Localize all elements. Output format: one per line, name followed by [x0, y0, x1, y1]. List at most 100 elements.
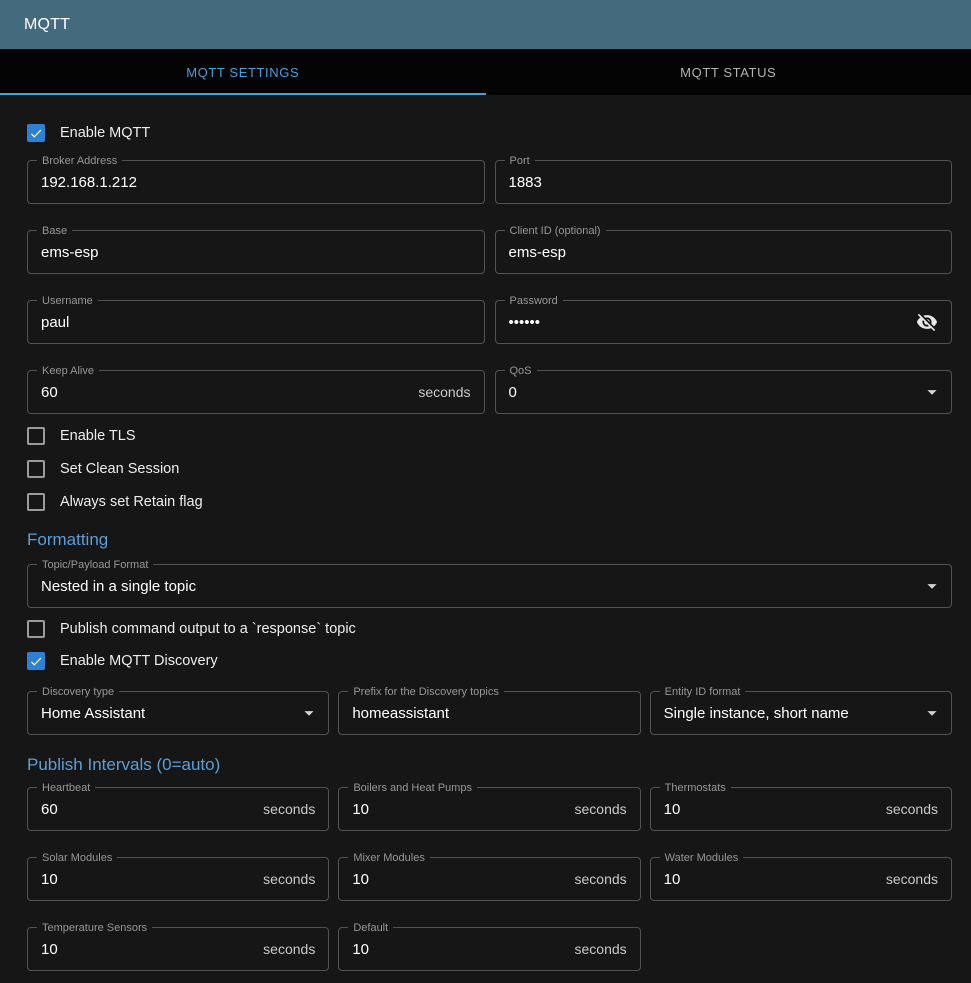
temperature-sensors-label: Temperature Sensors [37, 921, 152, 935]
keep-alive-field[interactable]: Keep Alive 60 seconds [27, 370, 485, 414]
enable-tls-label: Enable TLS [60, 428, 136, 444]
temperature-sensors-suffix: seconds [263, 941, 315, 957]
solar-modules-value: 10 [41, 871, 58, 888]
heartbeat-field[interactable]: Heartbeat 60 seconds [27, 787, 329, 831]
qos-select[interactable]: QoS 0 [495, 370, 953, 414]
visibility-off-icon[interactable] [916, 311, 938, 333]
mixer-modules-field[interactable]: Mixer Modules 10 seconds [338, 857, 640, 901]
mixer-modules-label: Mixer Modules [348, 851, 430, 865]
topic-format-label: Topic/Payload Format [37, 558, 153, 572]
thermostats-label: Thermostats [660, 781, 731, 795]
retain-flag-checkbox[interactable] [27, 493, 45, 511]
water-modules-value: 10 [664, 871, 681, 888]
keep-alive-label: Keep Alive [37, 364, 99, 378]
solar-modules-field[interactable]: Solar Modules 10 seconds [27, 857, 329, 901]
default-interval-label: Default [348, 921, 393, 935]
tab-mqtt-settings[interactable]: MQTT SETTINGS [0, 49, 486, 95]
discovery-type-select[interactable]: Discovery type Home Assistant [27, 691, 329, 735]
enable-tls-checkbox[interactable] [27, 427, 45, 445]
client-id-value: ems-esp [509, 244, 567, 261]
entity-id-format-label: Entity ID format [660, 685, 746, 699]
tab-bar: MQTT SETTINGS MQTT STATUS [0, 49, 971, 95]
publish-response-row: Publish command output to a `response` t… [27, 617, 952, 641]
discovery-prefix-field[interactable]: Prefix for the Discovery topics homeassi… [338, 691, 640, 735]
intervals-grid: Heartbeat 60 seconds Boilers and Heat Pu… [27, 787, 952, 971]
dropdown-arrow-icon [298, 702, 320, 724]
check-icon [29, 126, 43, 141]
dropdown-arrow-icon [921, 381, 943, 403]
port-field[interactable]: Port 1883 [495, 160, 953, 204]
dropdown-arrow-icon [921, 575, 943, 597]
boilers-field[interactable]: Boilers and Heat Pumps 10 seconds [338, 787, 640, 831]
publish-response-label: Publish command output to a `response` t… [60, 621, 356, 637]
username-value: paul [41, 314, 69, 331]
keep-alive-value: 60 [41, 384, 58, 401]
water-modules-label: Water Modules [660, 851, 744, 865]
enable-mqtt-checkbox[interactable] [27, 124, 45, 142]
clean-session-label: Set Clean Session [60, 461, 179, 477]
mixer-modules-value: 10 [352, 871, 369, 888]
row-username-password: Username paul Password •••••• [27, 300, 952, 344]
mixer-modules-suffix: seconds [575, 871, 627, 887]
boilers-value: 10 [352, 801, 369, 818]
topic-format-select[interactable]: Topic/Payload Format Nested in a single … [27, 564, 952, 608]
heartbeat-value: 60 [41, 801, 58, 818]
thermostats-value: 10 [664, 801, 681, 818]
app-header: MQTT [0, 0, 971, 49]
enable-discovery-label: Enable MQTT Discovery [60, 653, 218, 669]
discovery-type-label: Discovery type [37, 685, 119, 699]
enable-tls-row: Enable TLS [27, 424, 952, 448]
heartbeat-suffix: seconds [263, 801, 315, 817]
mqtt-settings-form: Enable MQTT Broker Address 192.168.1.212… [0, 95, 971, 983]
boilers-suffix: seconds [575, 801, 627, 817]
publish-response-checkbox[interactable] [27, 620, 45, 638]
page-title: MQTT [24, 16, 70, 34]
tab-mqtt-status[interactable]: MQTT STATUS [486, 49, 971, 95]
row-discovery: Discovery type Home Assistant Prefix for… [27, 691, 952, 735]
solar-modules-suffix: seconds [263, 871, 315, 887]
formatting-heading: Formatting [27, 530, 952, 550]
check-icon [29, 654, 43, 669]
qos-label: QoS [505, 364, 537, 378]
solar-modules-label: Solar Modules [37, 851, 117, 865]
publish-intervals-heading: Publish Intervals (0=auto) [27, 755, 952, 775]
username-field[interactable]: Username paul [27, 300, 485, 344]
client-id-label: Client ID (optional) [505, 224, 606, 238]
water-modules-field[interactable]: Water Modules 10 seconds [650, 857, 952, 901]
keep-alive-suffix: seconds [418, 384, 470, 400]
broker-address-value: 192.168.1.212 [41, 174, 137, 191]
username-label: Username [37, 294, 98, 308]
dropdown-arrow-icon [921, 702, 943, 724]
clean-session-checkbox[interactable] [27, 460, 45, 478]
thermostats-field[interactable]: Thermostats 10 seconds [650, 787, 952, 831]
enable-discovery-checkbox[interactable] [27, 652, 45, 670]
base-label: Base [37, 224, 72, 238]
entity-id-format-value: Single instance, short name [664, 705, 849, 722]
default-interval-suffix: seconds [575, 941, 627, 957]
enable-discovery-row: Enable MQTT Discovery [27, 649, 952, 673]
discovery-prefix-value: homeassistant [352, 705, 449, 722]
retain-flag-row: Always set Retain flag [27, 490, 952, 514]
row-broker-port: Broker Address 192.168.1.212 Port 1883 [27, 160, 952, 204]
password-field[interactable]: Password •••••• [495, 300, 953, 344]
thermostats-suffix: seconds [886, 801, 938, 817]
broker-address-label: Broker Address [37, 154, 122, 168]
water-modules-suffix: seconds [886, 871, 938, 887]
entity-id-format-select[interactable]: Entity ID format Single instance, short … [650, 691, 952, 735]
row-keepalive-qos: Keep Alive 60 seconds QoS 0 [27, 370, 952, 414]
port-value: 1883 [509, 174, 542, 191]
heartbeat-label: Heartbeat [37, 781, 95, 795]
clean-session-row: Set Clean Session [27, 457, 952, 481]
broker-address-field[interactable]: Broker Address 192.168.1.212 [27, 160, 485, 204]
enable-mqtt-row: Enable MQTT [27, 121, 952, 145]
qos-value: 0 [509, 384, 517, 401]
retain-flag-label: Always set Retain flag [60, 494, 203, 510]
temperature-sensors-field[interactable]: Temperature Sensors 10 seconds [27, 927, 329, 971]
password-value: •••••• [509, 314, 541, 331]
base-value: ems-esp [41, 244, 99, 261]
client-id-field[interactable]: Client ID (optional) ems-esp [495, 230, 953, 274]
base-field[interactable]: Base ems-esp [27, 230, 485, 274]
default-interval-value: 10 [352, 941, 369, 958]
port-label: Port [505, 154, 535, 168]
default-interval-field[interactable]: Default 10 seconds [338, 927, 640, 971]
